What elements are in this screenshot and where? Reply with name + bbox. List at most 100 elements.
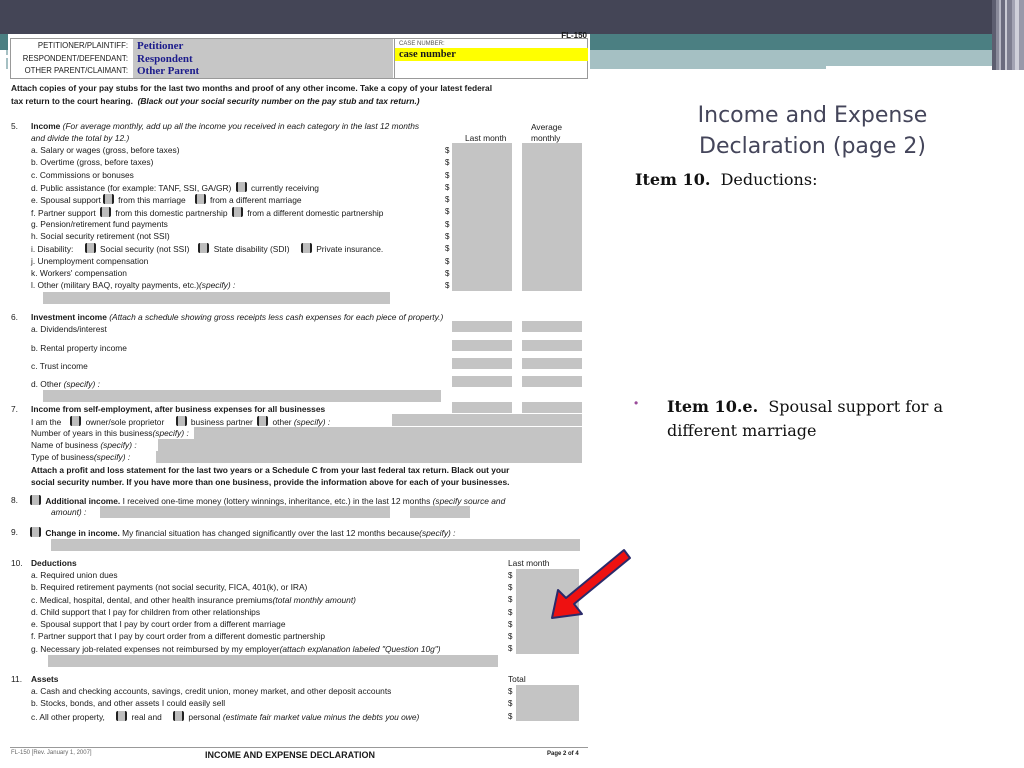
slide-title-line-1: Income and Expense <box>697 103 928 128</box>
s8-text: I received one-time money (lottery winni… <box>122 496 431 506</box>
s11-num: 11. <box>11 674 23 684</box>
footer-title: INCOME AND EXPENSE DECLARATION <box>205 750 376 760</box>
s5-heading: Income (For average monthly, add up all … <box>31 121 419 131</box>
s8-title: Additional income. <box>45 496 121 506</box>
s7-type-field[interactable] <box>156 451 582 463</box>
s7-last-field[interactable] <box>452 402 512 413</box>
checkbox-partner-this[interactable] <box>100 207 112 217</box>
slide-title-line-2: Declaration (page 2) <box>699 134 926 159</box>
s7-other-specify: (specify) : <box>293 417 331 427</box>
s7-option-other: other <box>272 417 292 427</box>
s5-other-specify-field[interactable] <box>43 292 390 304</box>
checkbox-additional-income[interactable] <box>30 495 41 505</box>
intro-line-2b: (Black out your social security number o… <box>137 96 420 106</box>
s7-title: Income from self-employment, after busin… <box>31 404 326 414</box>
checkbox-change-in-income[interactable] <box>30 527 41 537</box>
s11-title: Assets <box>31 674 59 684</box>
other-parent-value: Other Parent <box>137 65 200 77</box>
footer-revision: FL-150 [Rev. January 1, 2007] <box>11 750 92 756</box>
checkbox-disability-sdi[interactable] <box>198 243 210 253</box>
s6-c: c. Trust income <box>31 361 88 371</box>
s6-b-last-field[interactable] <box>452 340 512 351</box>
checkbox-currently-receiving[interactable] <box>235 182 247 192</box>
petitioner-value: Petitioner <box>137 40 184 52</box>
s10-g: g. Necessary job-related expenses not re… <box>31 644 441 654</box>
s7-iam-label: I am the <box>31 417 62 427</box>
s9-explanation-field[interactable] <box>51 539 580 551</box>
checkbox-partner-different[interactable] <box>231 207 243 217</box>
checkbox-business-partner[interactable] <box>175 416 187 426</box>
s11-total-fields[interactable] <box>516 685 579 721</box>
s6-c-last-field[interactable] <box>452 358 512 369</box>
s6-d-label: d. Other <box>31 379 62 389</box>
s7-name-field[interactable] <box>158 439 582 451</box>
s7-other-field[interactable] <box>392 414 582 426</box>
s5-l: l. Other (military BAQ, royalty payments… <box>31 280 235 290</box>
s5-i-label: i. Disability: <box>31 244 74 254</box>
s5-j: j. Unemployment compensation <box>31 256 149 266</box>
form-page-image: FL-150 PETITIONER/PLAINTIFF: RESPONDENT/… <box>8 31 590 768</box>
slide-header-white-notch <box>826 66 1006 70</box>
bullet-icon: • <box>634 396 639 410</box>
s6-d: d. Other (specify) : <box>31 379 100 389</box>
checkbox-spousal-this-marriage[interactable] <box>102 194 114 204</box>
checkbox-disability-ss[interactable] <box>84 243 96 253</box>
case-number-value: case number <box>395 48 588 61</box>
s11-c-label: c. All other property, <box>31 712 105 722</box>
s6-a-last-field[interactable] <box>452 321 512 332</box>
s6-d-last-field[interactable] <box>452 376 512 387</box>
s9-title: Change in income. <box>45 528 120 538</box>
s10-c-label: c. Medical, hospital, dental, and other … <box>31 595 273 605</box>
checkbox-real-property[interactable] <box>116 711 128 721</box>
s10-title: Deductions <box>31 558 77 568</box>
checkbox-personal-property[interactable] <box>173 711 185 721</box>
s6-d-avg-field[interactable] <box>522 376 582 387</box>
s8-line: Additional income. I received one-time m… <box>28 495 505 506</box>
item-10e-label: Item 10.e. <box>667 397 759 416</box>
s7-name: Name of business (specify) : <box>31 440 137 450</box>
item-10-heading: Item 10. Deductions: <box>635 170 817 189</box>
s10-num: 10. <box>11 558 23 568</box>
s7-avg-field[interactable] <box>522 402 582 413</box>
checkbox-spousal-different-marriage[interactable] <box>194 194 206 204</box>
s5-col-monthly: monthly <box>531 133 561 143</box>
s6-other-specify-field[interactable] <box>43 390 441 402</box>
s7-option-owner: owner/sole proprietor <box>85 417 165 427</box>
s8-source-field[interactable] <box>100 506 390 518</box>
intro-line-2: tax return to the court hearing. (Black … <box>11 96 420 106</box>
s7-attach-2: social security number. If you have more… <box>31 477 510 487</box>
s5-i-option-1: Social security (not SSI) <box>100 244 190 254</box>
s11-dollar-signs: $ $ $ <box>508 687 513 721</box>
s7-type-label: Type of business <box>31 452 94 462</box>
s5-e-option-2: from a different marriage <box>209 195 302 205</box>
s5-f-option-2: from a different domestic partnership <box>247 208 384 218</box>
s10-a: a. Required union dues <box>31 570 118 580</box>
s5-d-option: currently receiving <box>250 183 319 193</box>
s7-years-field[interactable] <box>194 427 582 439</box>
s10-g-explanation-field[interactable] <box>48 655 498 667</box>
s8-amount-field[interactable] <box>410 506 470 518</box>
s5-c: c. Commissions or bonuses <box>31 170 134 180</box>
slide-header-band-dark <box>0 0 1024 34</box>
checkbox-disability-private[interactable] <box>300 243 312 253</box>
s6-b-avg-field[interactable] <box>522 340 582 351</box>
s5-average-fields[interactable] <box>522 143 582 291</box>
s5-last-month-fields[interactable] <box>452 143 512 291</box>
footer-rule <box>10 747 588 748</box>
s6-a-avg-field[interactable] <box>522 321 582 332</box>
s7-type-specify: (specify) : <box>93 452 131 462</box>
s5-i-option-3: Private insurance. <box>316 244 384 254</box>
s6-c-avg-field[interactable] <box>522 358 582 369</box>
s9-num: 9. <box>11 527 18 537</box>
checkbox-owner[interactable] <box>70 416 82 426</box>
s5-col-last-month: Last month <box>465 133 507 143</box>
s7-years-label: Number of years in this business <box>31 428 153 438</box>
s5-g: g. Pension/retirement fund payments <box>31 219 168 229</box>
s10-c-note: (total monthly amount) <box>272 595 356 605</box>
checkbox-other[interactable] <box>257 416 269 426</box>
s5-e: e. Spousal support from this marriage fr… <box>31 194 302 205</box>
s10-g-note: (attach explanation labeled "Question 10… <box>279 644 441 654</box>
s11-c-note: (estimate fair market value minus the de… <box>222 712 420 722</box>
s5-d-label: d. Public assistance (for example: TANF,… <box>31 183 232 193</box>
respondent-label: RESPONDENT/DEFENDANT: <box>22 53 128 63</box>
